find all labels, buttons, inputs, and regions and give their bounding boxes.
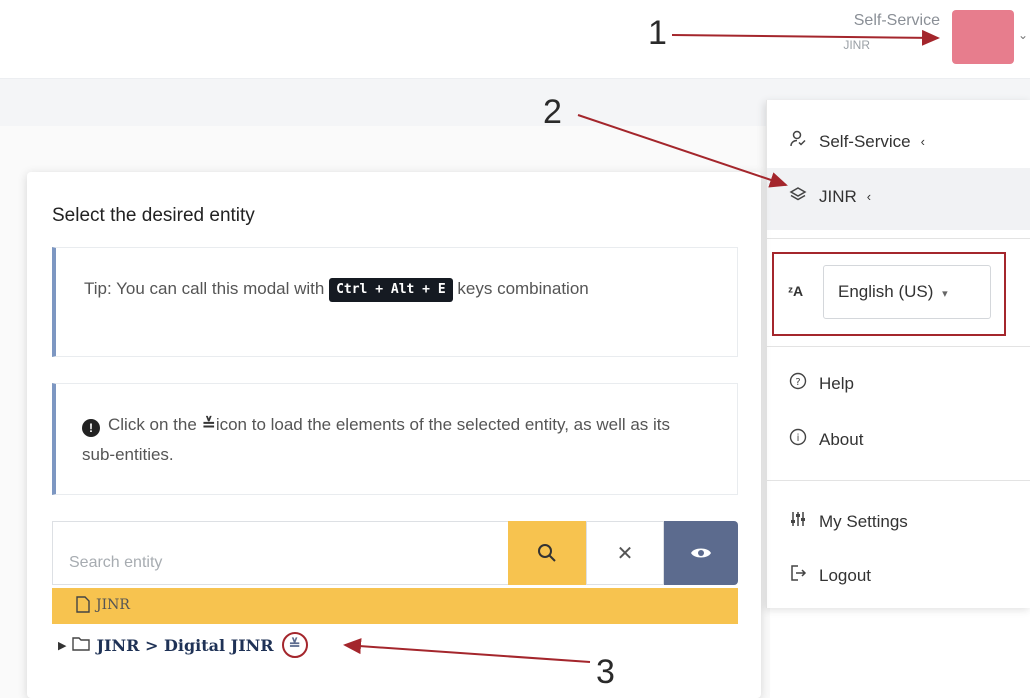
info-circle-icon: ! <box>82 419 100 437</box>
svg-text:i: i <box>797 433 800 444</box>
expand-sub-entities-icon[interactable]: ≚ <box>281 632 308 658</box>
user-name: Self-Service <box>853 12 940 29</box>
chevron-down-icon[interactable]: ⌄ <box>1018 28 1028 42</box>
menu-item-label: Self-Service <box>819 131 911 151</box>
language-select[interactable]: English (US) ▾ <box>823 265 991 319</box>
tip-prefix: Tip: You can call this modal with <box>84 279 325 298</box>
menu-item-label: About <box>819 429 864 449</box>
tree-node-selected[interactable]: JINR <box>52 588 738 624</box>
layers-icon <box>787 186 809 207</box>
menu-item-about[interactable]: i About <box>787 428 863 451</box>
keyboard-shortcut: Ctrl + Alt + E <box>329 278 453 302</box>
annotation-number: 2 <box>543 93 562 131</box>
menu-item-label: Logout <box>819 565 871 585</box>
double-chevron-down-icon: ≚ <box>201 415 216 434</box>
user-icon <box>787 130 809 153</box>
tip-suffix: keys combination <box>457 279 589 298</box>
svg-text:?: ? <box>795 377 800 388</box>
menu-divider <box>767 480 1030 481</box>
logout-icon <box>787 564 809 587</box>
menu-item-help[interactable]: ? Help <box>787 372 854 395</box>
user-dropdown-menu: Self-Service ‹ JINR ‹ ? Help i About My … <box>766 100 1030 608</box>
annotation-number: 1 <box>648 14 667 52</box>
tip-callout: Tip: You can call this modal with Ctrl +… <box>52 247 738 357</box>
search-icon <box>538 544 556 562</box>
info-icon: i <box>787 428 809 451</box>
annotation-number: 3 <box>596 653 615 691</box>
menu-item-jinr[interactable]: JINR ‹ <box>787 186 871 207</box>
user-org: JINR <box>843 38 870 52</box>
tree-node-label: JINR <box>96 597 130 613</box>
eye-icon <box>691 548 711 558</box>
search-input[interactable] <box>52 521 508 585</box>
search-button[interactable] <box>508 521 586 585</box>
close-icon: ✕ <box>616 542 634 565</box>
menu-divider <box>767 238 1030 239</box>
menu-item-label: JINR <box>819 186 857 206</box>
tip-text: Tip: You can call this modal with Ctrl +… <box>84 274 684 303</box>
clear-button[interactable]: ✕ <box>586 521 664 585</box>
info-callout: ! Click on the ≚icon to load the elements… <box>52 383 738 495</box>
caret-right-icon[interactable]: ▶ <box>58 639 66 652</box>
menu-item-label: My Settings <box>819 511 908 531</box>
view-button[interactable] <box>664 521 738 585</box>
menu-item-logout[interactable]: Logout <box>787 564 871 587</box>
menu-item-my-settings[interactable]: My Settings <box>787 510 908 533</box>
tree-node-label: JINR > Digital JINR <box>96 635 274 655</box>
translate-icon: ᶻA <box>788 283 804 299</box>
entity-select-modal: Select the desired entity Tip: You can c… <box>27 172 761 698</box>
entity-search-bar: ✕ <box>52 521 738 585</box>
avatar[interactable] <box>952 10 1014 64</box>
menu-item-self-service[interactable]: Self-Service ‹ <box>787 130 925 153</box>
language-selected-value: English (US) <box>838 282 934 301</box>
chevron-left-icon: ‹ <box>920 134 925 149</box>
modal-title: Select the desired entity <box>52 205 255 226</box>
help-icon: ? <box>787 372 809 395</box>
menu-item-label: Help <box>819 373 854 393</box>
tree-node[interactable]: ▶ JINR > Digital JINR ≚ <box>58 632 308 658</box>
folder-icon <box>72 636 91 655</box>
file-icon <box>76 596 90 618</box>
sliders-icon <box>787 510 809 533</box>
info-prefix: Click on the <box>108 415 197 434</box>
info-text: ! Click on the ≚icon to load the elements… <box>82 410 702 470</box>
caret-down-icon: ▾ <box>942 288 948 300</box>
menu-divider <box>767 346 1030 347</box>
chevron-left-icon: ‹ <box>866 189 872 204</box>
